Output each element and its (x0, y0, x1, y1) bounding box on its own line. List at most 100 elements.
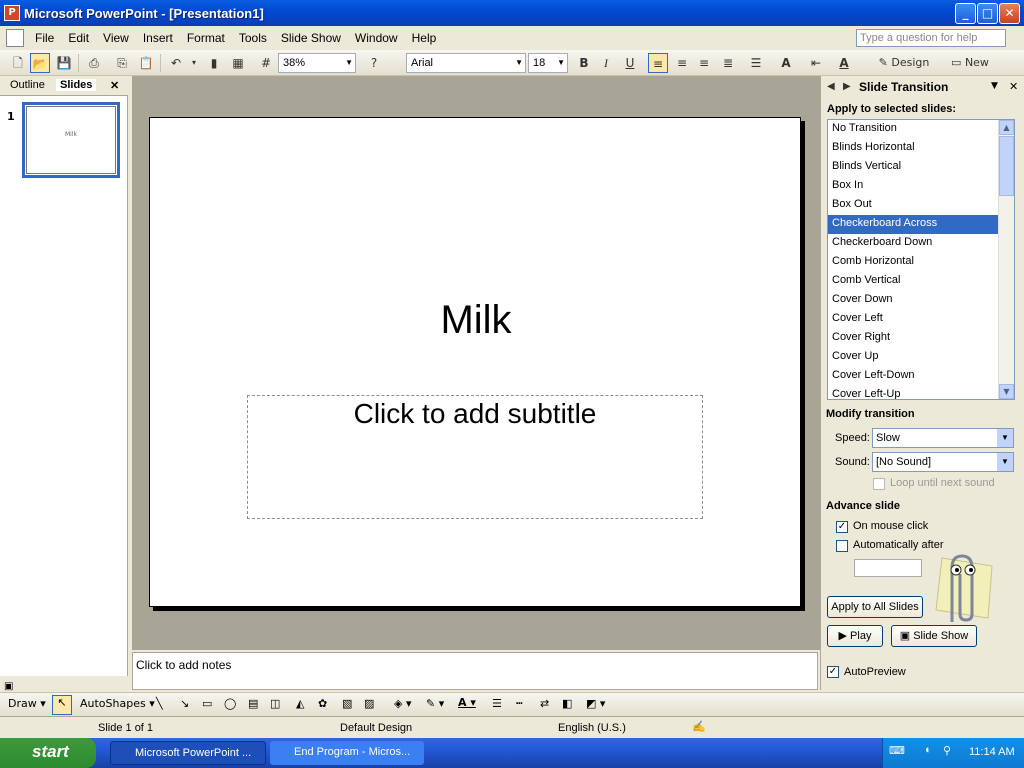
auto-after-checkbox[interactable] (836, 540, 848, 552)
close-button[interactable]: ✕ (999, 3, 1020, 24)
start-button[interactable]: start (0, 738, 96, 768)
menu-slide-show[interactable]: Slide Show (274, 31, 348, 45)
arrow-icon[interactable]: ↘ (180, 697, 189, 710)
normal-view-icon[interactable]: ▣ (4, 681, 13, 692)
slide-title[interactable]: Milk (150, 298, 802, 343)
transition-item[interactable]: Comb Vertical (828, 272, 998, 291)
wordart-icon[interactable]: ◫ (270, 697, 280, 710)
transition-item[interactable]: Box In (828, 177, 998, 196)
menu-format[interactable]: Format (180, 31, 232, 45)
help-icon[interactable]: ? (364, 53, 384, 73)
image-icon[interactable]: ▨ (364, 697, 374, 710)
close-pane-icon[interactable]: ✕ (110, 79, 119, 92)
undo-dropdown-icon[interactable]: ▾ (184, 53, 204, 73)
zoom-select[interactable]: 38% ▼ (278, 53, 356, 73)
slide-show-button[interactable]: ▣ Slide Show (891, 625, 977, 647)
arrow-style-icon[interactable]: ⇄ (540, 697, 549, 710)
diagram-icon[interactable]: ◭ (296, 697, 304, 710)
network-icon[interactable]: ◐ (925, 744, 932, 756)
font-select[interactable]: Arial ▼ (406, 53, 526, 73)
align-center-icon[interactable]: ≡ (672, 53, 692, 73)
menu-file[interactable]: File (28, 31, 61, 45)
transition-scrollbar[interactable]: ▲ ▼ (998, 120, 1014, 399)
copy-icon[interactable]: ⎘ (112, 53, 132, 73)
powerpoint-app-icon[interactable]: P (4, 5, 20, 21)
notes-pane[interactable]: Click to add notes (132, 652, 818, 690)
apply-all-button[interactable]: Apply to All Slides (827, 596, 923, 618)
transition-item[interactable]: Checkerboard Across (828, 215, 998, 234)
search-icon[interactable]: ⚲ (943, 744, 951, 757)
back-arrow-icon[interactable]: ◀ (827, 81, 835, 92)
insert-chart-icon[interactable]: ▮ (204, 53, 224, 73)
line-icon[interactable]: ╲ (156, 697, 163, 710)
menu-window[interactable]: Window (348, 31, 405, 45)
tab-slides[interactable]: Slides (56, 79, 97, 91)
design-button[interactable]: ✎ Design (874, 53, 934, 73)
transition-item[interactable]: Blinds Vertical (828, 158, 998, 177)
scroll-up-icon[interactable]: ▲ (999, 120, 1014, 135)
play-button[interactable]: ▶ Play (827, 625, 883, 647)
on-click-checkbox[interactable]: ✓ (836, 521, 848, 533)
menu-view[interactable]: View (96, 31, 136, 45)
bold-button[interactable]: B (574, 53, 594, 73)
justify-icon[interactable]: ≣ (718, 53, 738, 73)
paste-icon[interactable]: 📋 (136, 53, 156, 73)
underline-button[interactable]: U (620, 53, 640, 73)
font-color-draw-icon[interactable]: A ▾ (458, 696, 476, 709)
autoshapes-menu[interactable]: AutoShapes ▾ (80, 697, 155, 710)
font-color-icon[interactable]: A (834, 53, 854, 73)
increase-font-icon[interactable]: A (776, 53, 796, 73)
slide-thumbnail[interactable]: Milk (22, 102, 120, 178)
forward-arrow-icon[interactable]: ▶ (843, 81, 851, 92)
menu-insert[interactable]: Insert (136, 31, 180, 45)
transition-item[interactable]: Comb Horizontal (828, 253, 998, 272)
office-assistant-clippy[interactable] (922, 548, 994, 628)
keyboard-icon[interactable]: ⌨ (889, 744, 905, 757)
loop-checkbox[interactable] (873, 478, 885, 490)
font-size-select[interactable]: 18 ▼ (528, 53, 568, 73)
italic-button[interactable]: I (596, 53, 616, 73)
help-search-input[interactable]: Type a question for help (856, 29, 1006, 47)
transition-list[interactable]: No Transition Blinds Horizontal Blinds Ver… (827, 119, 1015, 400)
bullets-icon[interactable]: ☰ (746, 53, 766, 73)
subtitle-placeholder[interactable]: Click to add subtitle (247, 395, 703, 519)
undo-icon[interactable]: ↶ (166, 53, 186, 73)
new-slide-button[interactable]: ▭ New Slide (936, 53, 1004, 89)
transition-item[interactable]: Cover Up (828, 348, 998, 367)
menu-edit[interactable]: Edit (61, 31, 96, 45)
transition-item[interactable]: Box Out (828, 196, 998, 215)
textbox-icon[interactable]: ▤ (248, 697, 258, 710)
transition-item[interactable]: Cover Right (828, 329, 998, 348)
spelling-icon[interactable]: ✍ (692, 720, 706, 733)
transition-item[interactable]: Cover Down (828, 291, 998, 310)
insert-table-icon[interactable]: ▦ (228, 53, 248, 73)
rectangle-icon[interactable]: ▭ (202, 697, 212, 710)
menu-tools[interactable]: Tools (232, 31, 274, 45)
title-bar[interactable]: P Microsoft PowerPoint - [Presentation1]… (0, 0, 1024, 26)
task-pane-close-icon[interactable]: ✕ (1009, 80, 1018, 93)
open-icon[interactable]: 📂 (30, 53, 50, 73)
maximize-button[interactable]: □ (977, 3, 998, 24)
select-pointer-icon[interactable]: ↖ (52, 695, 72, 715)
slide-canvas[interactable]: Milk Click to add subtitle (149, 117, 801, 607)
clipart-icon[interactable]: ✿ (318, 697, 327, 710)
shadow-icon[interactable]: ◧ (562, 697, 572, 710)
decrease-indent-icon[interactable]: ⇤ (806, 53, 826, 73)
task-end-program[interactable]: End Program - Micros... (270, 741, 424, 765)
3d-icon[interactable]: ◩ ▾ (586, 697, 605, 710)
tab-outline[interactable]: Outline (10, 79, 45, 91)
task-powerpoint[interactable]: Microsoft PowerPoint ... (110, 741, 266, 765)
scroll-down-icon[interactable]: ▼ (999, 384, 1014, 399)
align-left-icon[interactable]: ≡ (648, 53, 668, 73)
autopreview-checkbox[interactable]: ✓ (827, 666, 839, 678)
transition-item[interactable]: Cover Left-Down (828, 367, 998, 386)
draw-menu[interactable]: Draw ▾ (8, 697, 46, 710)
dash-style-icon[interactable]: ┅ (516, 697, 523, 710)
line-color-icon[interactable]: ✎ ▾ (426, 697, 444, 710)
menu-help[interactable]: Help (405, 31, 444, 45)
speed-select[interactable]: Slow ▼ (872, 428, 1014, 448)
oval-icon[interactable]: ◯ (224, 697, 236, 710)
save-icon[interactable]: 💾 (54, 53, 74, 73)
scroll-thumb[interactable] (999, 136, 1014, 196)
picture-icon[interactable]: ▧ (342, 697, 352, 710)
